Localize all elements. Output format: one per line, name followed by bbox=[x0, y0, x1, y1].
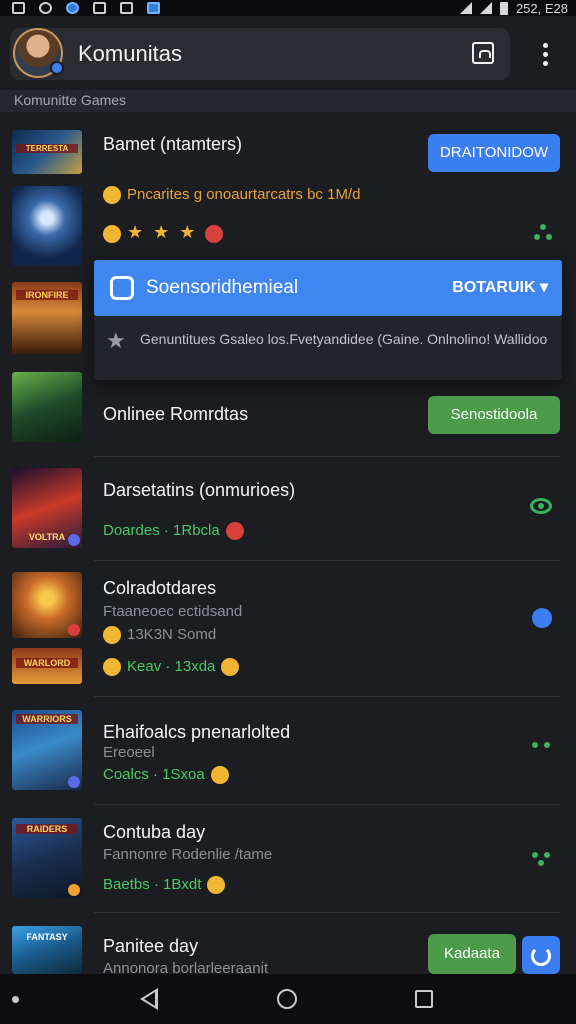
action-button[interactable]: Kadaata bbox=[428, 934, 516, 974]
card-description: Genuntitues Gsaleo los.Fvetyandidee (Gai… bbox=[140, 331, 548, 347]
verified-badge-icon bbox=[50, 61, 64, 75]
list-item-meta: Keav · 13xda bbox=[103, 658, 240, 677]
more-options-button[interactable] bbox=[530, 39, 560, 69]
list-item-subtitle: Ftaaneoec ectidsand bbox=[103, 603, 243, 620]
game-thumbnail[interactable] bbox=[12, 372, 82, 442]
card-action-button[interactable]: BOTARUIK ▾ bbox=[452, 277, 548, 297]
page-title: Komunitas bbox=[78, 41, 182, 66]
platform-icon bbox=[68, 776, 80, 788]
game-thumbnail[interactable]: WARRIORS bbox=[12, 710, 82, 790]
action-button[interactable]: Senostidoola bbox=[428, 396, 560, 434]
face-icon[interactable] bbox=[530, 846, 552, 868]
divider bbox=[94, 560, 560, 561]
navigation-bar bbox=[0, 974, 576, 1024]
game-thumbnail[interactable]: TERRESTA bbox=[12, 130, 82, 174]
list-item-subtitle: 13K3N Somd bbox=[103, 626, 216, 645]
app-icon bbox=[147, 2, 160, 14]
star-icon: ★ bbox=[106, 328, 126, 353]
face-icon[interactable] bbox=[530, 738, 552, 760]
list-item-title[interactable]: Darsetatins (onmurioes) bbox=[103, 480, 295, 501]
game-thumbnail[interactable]: IRONFIRE bbox=[12, 282, 82, 354]
game-thumbnail[interactable] bbox=[12, 186, 82, 266]
emoji-icon bbox=[221, 658, 240, 677]
image-icon bbox=[120, 2, 133, 14]
star-icon: ★ bbox=[127, 222, 144, 242]
list-item-subtitle: Ereoeel bbox=[103, 744, 155, 761]
emoji-icon bbox=[207, 876, 226, 895]
emoji-icon bbox=[225, 522, 244, 541]
game-thumbnail[interactable]: VOLTRA bbox=[12, 468, 82, 548]
card-body: ★ Genuntitues Gsaleo los.Fvetyandidee (G… bbox=[94, 316, 562, 380]
emoji-icon bbox=[210, 766, 229, 785]
list-item-title[interactable]: Ehaifoalcs pnenarlolted bbox=[103, 722, 290, 743]
divider bbox=[94, 804, 560, 805]
download-button[interactable]: DRAITONIDOW bbox=[428, 134, 560, 172]
card-header[interactable]: Soensoridhemieal BOTARUIK ▾ bbox=[94, 260, 562, 316]
app-notification-icon bbox=[66, 2, 79, 14]
view-icon[interactable] bbox=[530, 498, 552, 514]
list-item-subtitle: Fannonre Rodenlie /tame bbox=[103, 846, 273, 863]
emoji-icon bbox=[103, 626, 121, 645]
list-item-title[interactable]: Bamet (ntamters) bbox=[103, 134, 242, 155]
emoji-icon bbox=[103, 658, 121, 677]
clock: 252, E28 bbox=[515, 0, 568, 16]
back-button[interactable] bbox=[140, 988, 158, 1010]
list-item-title[interactable]: Onlinee Romrdtas bbox=[103, 404, 248, 425]
list-item-subtitle: Annonora borlarleeraanit bbox=[103, 960, 269, 974]
photo-icon bbox=[12, 2, 25, 14]
assistant-dot-icon bbox=[12, 996, 19, 1003]
emoji-icon bbox=[205, 225, 224, 244]
calendar-icon bbox=[93, 2, 106, 14]
star-icon: ★ bbox=[153, 222, 170, 242]
checked-icon[interactable] bbox=[532, 608, 552, 628]
share-button[interactable] bbox=[472, 42, 494, 64]
game-thumbnail[interactable] bbox=[12, 572, 82, 638]
emoji-icon bbox=[103, 186, 121, 205]
sync-icon bbox=[39, 2, 52, 14]
list-item-title[interactable]: Colradotdares bbox=[103, 578, 216, 599]
app-bar: Komunitas bbox=[10, 28, 510, 80]
game-thumbnail[interactable]: WARLORD bbox=[12, 648, 82, 684]
signal-icon bbox=[479, 2, 492, 14]
game-thumbnail[interactable]: RAIDERS bbox=[12, 818, 82, 898]
recents-button[interactable] bbox=[415, 990, 433, 1008]
divider bbox=[94, 912, 560, 913]
divider bbox=[94, 456, 560, 457]
wifi-icon bbox=[459, 2, 472, 14]
list-item-title[interactable]: Contuba day bbox=[103, 822, 205, 843]
game-thumbnail[interactable]: FANTASY bbox=[12, 926, 82, 974]
platform-icon bbox=[68, 534, 80, 546]
star-icon: ★ bbox=[179, 222, 196, 242]
list-item-meta: Coalcs · 1Sxoa bbox=[103, 766, 229, 785]
list-item-meta: Baetbs · 1Bxdt bbox=[103, 876, 226, 895]
divider bbox=[94, 696, 560, 697]
list-item-subtitle: Pncarites g onoaurtarcatrs bc 1M/d bbox=[103, 186, 360, 205]
breadcrumb: Komunitte Games bbox=[0, 90, 576, 112]
status-bar: 252, E28 bbox=[0, 0, 576, 16]
list-item-meta: Doardes · 1Rbcla bbox=[103, 522, 244, 541]
card-title: Soensoridhemieal bbox=[146, 277, 299, 298]
list-item-title[interactable]: Panitee day bbox=[103, 936, 198, 957]
rating-stars: ★ ★ ★ bbox=[103, 222, 229, 244]
community-icon bbox=[110, 276, 134, 300]
battery-icon bbox=[499, 1, 508, 15]
refresh-button[interactable] bbox=[522, 936, 560, 974]
platform-icon bbox=[68, 624, 80, 636]
more-icon[interactable] bbox=[532, 222, 554, 244]
home-button[interactable] bbox=[277, 989, 297, 1009]
platform-icon bbox=[68, 884, 80, 896]
emoji-icon bbox=[103, 225, 121, 244]
